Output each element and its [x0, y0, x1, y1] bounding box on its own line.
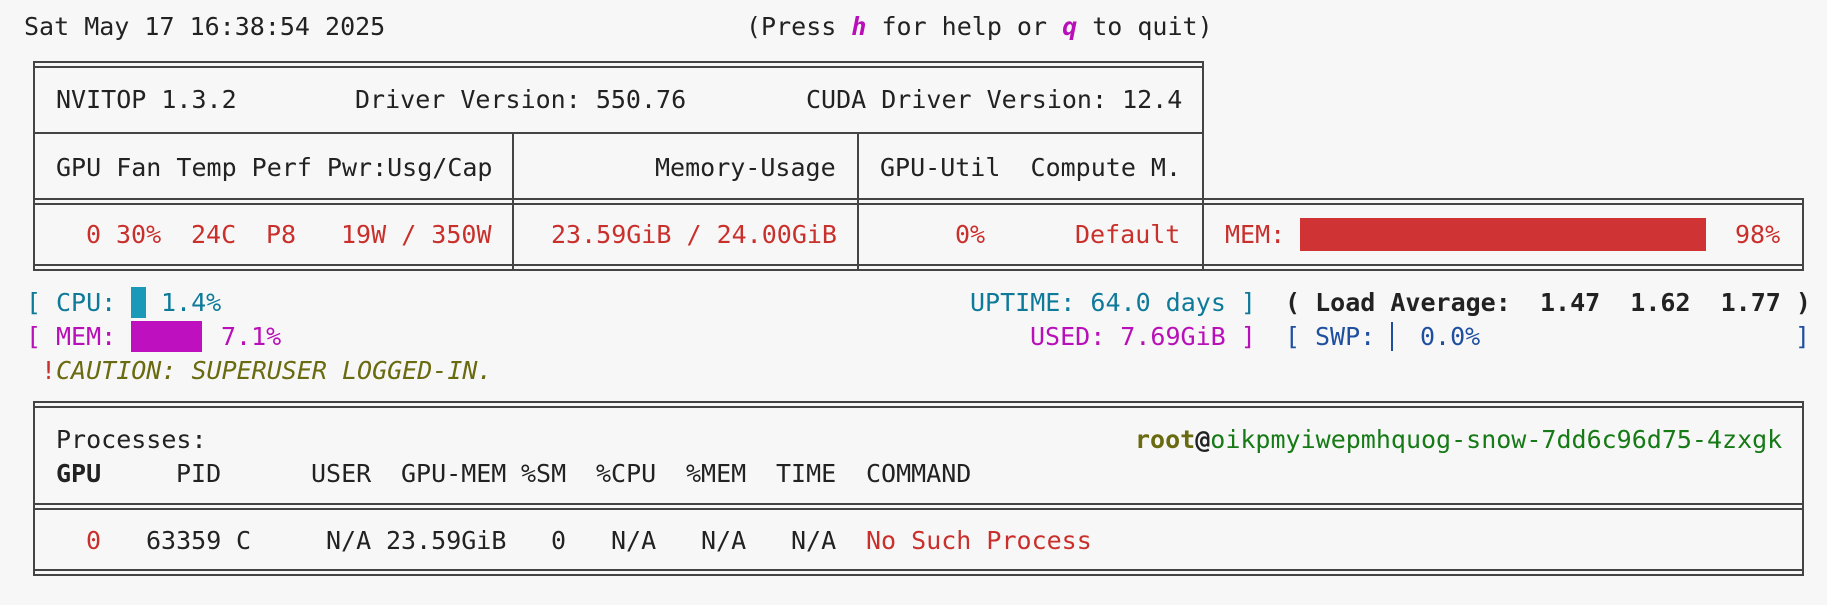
hostname: oikpmyiwepmhquog-snow-7dd6c96d75-4zxgk	[1210, 425, 1783, 454]
col-gpu-mem: GPU-MEM	[401, 459, 507, 488]
gpu-util: 0%	[955, 220, 986, 249]
gpu-table-bottom-2	[33, 269, 1804, 271]
driver-version: Driver Version: 550.76	[355, 85, 687, 114]
col-gpu: GPU	[56, 459, 102, 488]
gpu-table-col-sep-1	[512, 132, 514, 271]
row-user: N/A	[326, 526, 372, 555]
row-command: No Such Process	[866, 526, 1092, 555]
proc-right-border	[1802, 401, 1804, 576]
gpu-mem-label: MEM:	[1225, 220, 1286, 249]
gpu-table-right-border	[1202, 61, 1204, 205]
row-gpu-mem: 23.59GiB	[386, 526, 507, 555]
at-sign: @	[1195, 425, 1211, 454]
cpu-label: CPU:	[56, 288, 117, 317]
row-cpu: N/A	[611, 526, 657, 555]
swp-bar-marker	[1391, 322, 1393, 351]
gpu-table-divider-1	[33, 132, 1204, 134]
col-cpu: %CPU	[596, 459, 657, 488]
proc-divider-1	[33, 503, 1804, 505]
gpu-power: 19W / 350W	[341, 220, 492, 249]
col-command: COMMAND	[866, 459, 972, 488]
help-key[interactable]: h	[851, 12, 866, 41]
gpu-table-left-border	[33, 61, 35, 271]
proc-bottom-2	[33, 574, 1804, 576]
row-time: N/A	[791, 526, 837, 555]
user-name: root	[1135, 425, 1196, 454]
row-mem: N/A	[701, 526, 747, 555]
gpu-index: 0	[86, 220, 102, 249]
app-version: NVITOP 1.3.2	[56, 85, 237, 114]
load-average-values: 1.47 1.62 1.77 )	[1540, 288, 1811, 317]
cuda-version: CUDA Driver Version: 12.4	[806, 85, 1183, 114]
help-hint: (Press h for help or q to quit)	[746, 10, 1213, 44]
mem-label: MEM:	[56, 322, 117, 351]
gpu-fan: 30%	[116, 220, 162, 249]
col-mem: %MEM	[686, 459, 747, 488]
row-gpu: 0	[86, 526, 102, 555]
gpu-table-col-sep-3	[1202, 198, 1204, 271]
cpu-bracket-open: [	[26, 288, 42, 317]
gpu-memory-usage: 23.59GiB / 24.00GiB	[551, 220, 837, 249]
swp-bracket-open: [	[1285, 322, 1301, 351]
swp-bracket-close: ]	[1795, 322, 1811, 351]
col-sm: %SM	[521, 459, 567, 488]
proc-top-2	[33, 406, 1804, 408]
proc-bottom-1	[33, 569, 1804, 571]
cpu-bar-track	[131, 287, 1001, 318]
col-pid: PID	[176, 459, 222, 488]
help-prefix: (Press	[746, 12, 852, 41]
swp-percent: 0.0%	[1420, 322, 1481, 351]
gpu-table-divider-2b	[33, 203, 1804, 205]
proc-divider-2	[33, 508, 1804, 510]
row-pid: 63359	[146, 526, 222, 555]
gpu-table-top-border-2	[33, 66, 1204, 68]
col-time: TIME	[776, 459, 837, 488]
mem-bar	[131, 321, 202, 352]
uptime: UPTIME: 64.0 days ]	[970, 288, 1256, 317]
gpu-mem-bar	[1300, 218, 1706, 251]
load-average-label: ( Load Average:	[1285, 288, 1511, 317]
column-header-left: GPU Fan Temp Perf Pwr:Usg/Cap	[56, 153, 493, 182]
row-type: C	[236, 526, 252, 555]
proc-left-border	[33, 401, 35, 576]
cpu-bar	[131, 287, 146, 318]
gpu-mem-percent: 98%	[1735, 220, 1781, 249]
gpu-table-divider-2a	[33, 198, 1804, 200]
help-middle: for help or	[866, 12, 1063, 41]
swp-label: SWP:	[1315, 322, 1376, 351]
row-sm: 0	[551, 526, 567, 555]
gpu-perf: P8	[266, 220, 297, 249]
processes-title: Processes:	[56, 425, 207, 454]
quit-key[interactable]: q	[1062, 12, 1077, 41]
gpu-temp: 24C	[191, 220, 237, 249]
col-user: USER	[311, 459, 372, 488]
gpu-compute-mode: Default	[1075, 220, 1181, 249]
column-header-util: GPU-Util Compute M.	[880, 153, 1182, 182]
gpu-table-top-border-1	[33, 61, 1204, 63]
mem-used: USED: 7.69GiB ]	[1030, 322, 1256, 351]
gpu-table-col-sep-2	[857, 132, 859, 271]
proc-top-1	[33, 401, 1804, 403]
gpu-table-bottom-1	[33, 264, 1804, 266]
caution-text: CAUTION: SUPERUSER LOGGED-IN.	[56, 356, 493, 385]
gpu-table-far-right-border	[1802, 198, 1804, 271]
column-header-memory: Memory-Usage	[655, 153, 836, 182]
mem-percent: 7.1%	[221, 322, 282, 351]
gpu-mem-bar-track	[1300, 218, 1714, 251]
caution-mark: !	[41, 356, 57, 385]
cpu-percent: 1.4%	[161, 288, 222, 317]
help-suffix: to quit)	[1077, 12, 1213, 41]
datetime: Sat May 17 16:38:54 2025	[24, 12, 386, 41]
mem-bracket-open: [	[26, 322, 42, 351]
user-host: root@oikpmyiwepmhquog-snow-7dd6c96d75-4z…	[1135, 423, 1782, 457]
